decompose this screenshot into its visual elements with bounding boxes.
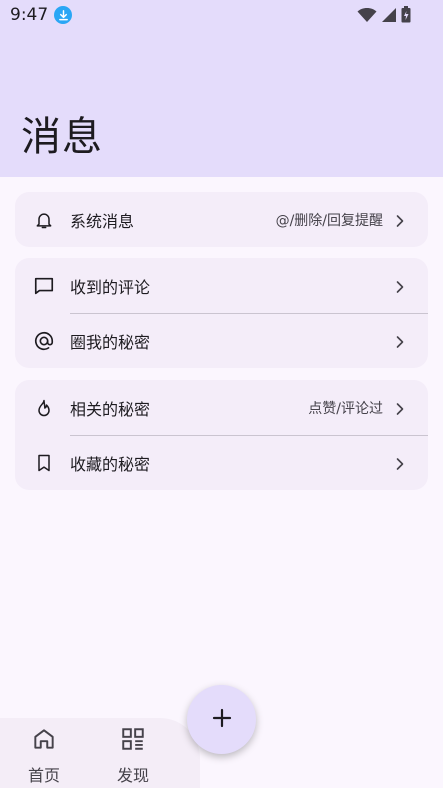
nav-label-discover: 发现 <box>116 766 149 785</box>
at-icon <box>33 330 55 352</box>
chevron-right-icon <box>394 456 406 470</box>
menu-item-received-comments[interactable]: 收到的评论 <box>15 258 428 313</box>
home-icon <box>31 726 57 756</box>
divider <box>70 313 428 314</box>
menu-item-system-messages[interactable]: 系统消息 @/删除/回复提醒 <box>15 192 428 247</box>
menu-item-saved-secrets[interactable]: 收藏的秘密 <box>15 435 428 490</box>
bell-icon <box>33 209 55 231</box>
flame-icon <box>33 397 55 419</box>
nav-item-discover[interactable]: 发现 <box>103 726 163 786</box>
chevron-right-icon <box>394 279 406 293</box>
plus-icon <box>211 707 233 733</box>
comment-icon <box>33 275 55 297</box>
menu-item-label: 系统消息 <box>70 211 135 231</box>
grid-icon <box>120 726 146 756</box>
system-group-card: 系统消息 @/删除/回复提醒 <box>15 192 428 247</box>
bottom-nav: 首页 发现 <box>0 718 200 788</box>
bookmark-icon <box>33 452 55 474</box>
comments-group-card: 收到的评论 圈我的秘密 <box>15 258 428 368</box>
menu-item-label: 收到的评论 <box>70 277 151 297</box>
menu-item-related-secrets[interactable]: 相关的秘密 点赞/评论过 <box>15 380 428 435</box>
secrets-group-card: 相关的秘密 点赞/评论过 收藏的秘密 <box>15 380 428 490</box>
menu-item-hint: 点赞/评论过 <box>308 400 383 417</box>
menu-item-label: 圈我的秘密 <box>70 332 151 352</box>
menu-item-hint: @/删除/回复提醒 <box>275 212 383 229</box>
menu-item-mentioned-secrets[interactable]: 圈我的秘密 <box>15 313 428 368</box>
battery-icon <box>401 6 411 27</box>
divider <box>70 435 428 436</box>
menu-item-label: 收藏的秘密 <box>70 454 151 474</box>
menu-item-label: 相关的秘密 <box>70 399 151 419</box>
add-fab-button[interactable] <box>187 685 256 754</box>
wifi-icon <box>357 7 377 27</box>
chevron-right-icon <box>394 334 406 348</box>
header: 9:47 消息 <box>0 0 443 177</box>
nav-item-home[interactable]: 首页 <box>14 726 74 786</box>
page-title: 消息 <box>21 114 103 160</box>
status-bar: 9:47 <box>0 0 443 30</box>
nav-label-home: 首页 <box>27 766 60 785</box>
signal-icon <box>381 7 397 27</box>
status-time: 9:47 <box>10 5 49 25</box>
download-icon <box>54 6 73 24</box>
chevron-right-icon <box>394 401 406 415</box>
chevron-right-icon <box>394 213 406 227</box>
